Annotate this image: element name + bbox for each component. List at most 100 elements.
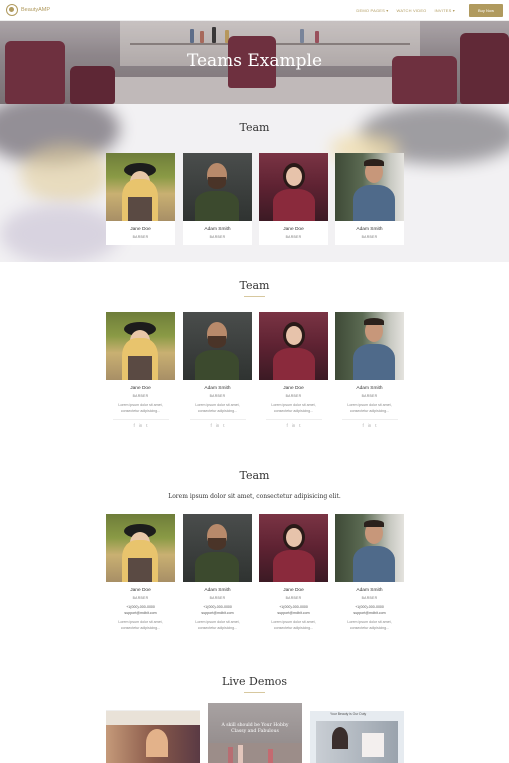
member-name: Jane Doe — [283, 227, 304, 232]
member-email[interactable]: support@mdbit.com — [106, 611, 175, 615]
member-photo — [259, 153, 328, 221]
member-role: BARBER — [132, 596, 149, 600]
member-name: Adam Smith — [204, 588, 231, 593]
facebook-icon[interactable]: f — [286, 423, 287, 428]
team-card: Adam Smith BARBER Lorem ipsum dolor sit … — [335, 312, 404, 428]
page-title: Teams Example — [186, 51, 323, 71]
nav-invites[interactable]: INVITES ▾ — [435, 8, 455, 13]
hero-banner: Teams Example — [0, 21, 509, 104]
team-card: Adam Smith BARBER +1(000)-000-0000 suppo… — [183, 514, 252, 631]
member-phone[interactable]: +1(000)-000-0000 — [106, 605, 175, 609]
member-photo — [335, 514, 404, 582]
member-email[interactable]: support@mdbit.com — [259, 611, 328, 615]
twitter-icon[interactable]: t — [223, 423, 224, 428]
member-description: Lorem ipsum dolor sit amet, consectetur a… — [271, 403, 316, 413]
twitter-icon[interactable]: t — [299, 423, 300, 428]
linkedin-icon[interactable]: in — [368, 423, 372, 428]
section-title: Live Demos — [221, 675, 288, 688]
member-description: Lorem ipsum dolor sit amet, consectetur a… — [271, 620, 316, 630]
member-photo — [106, 312, 175, 380]
member-photo — [259, 312, 328, 380]
member-role: BARBER — [285, 235, 302, 239]
team-card: Jane Doe BARBER — [259, 153, 328, 245]
logo-icon — [6, 4, 18, 16]
member-phone[interactable]: +1(000)-000-0000 — [183, 605, 252, 609]
demo-thumbnail-1[interactable] — [106, 703, 200, 763]
member-photo — [106, 514, 175, 582]
facebook-icon[interactable]: f — [133, 423, 134, 428]
member-name: Jane Doe — [130, 386, 151, 391]
member-role: BARBER — [361, 394, 378, 398]
member-photo — [335, 153, 404, 221]
section-subtitle: Lorem ipsum dolor sit amet, consectetur … — [168, 493, 341, 500]
facebook-icon[interactable]: f — [210, 423, 211, 428]
team-card: Jane Doe BARBER +1(000)-000-0000 support… — [106, 514, 175, 631]
member-role: BARBER — [361, 596, 378, 600]
buy-now-button[interactable]: Buy Now — [468, 3, 503, 17]
member-name: Adam Smith — [356, 227, 383, 232]
nav-demo-pages[interactable]: DEMO PAGES ▾ — [356, 8, 388, 13]
social-links: f in t — [259, 423, 328, 428]
section-title: Team — [239, 121, 270, 134]
member-description: Lorem ipsum dolor sit amet, consectetur a… — [118, 620, 163, 630]
team-card: Adam Smith BARBER — [335, 153, 404, 245]
member-role: BARBER — [209, 596, 226, 600]
member-name: Adam Smith — [356, 386, 383, 391]
title-divider — [244, 296, 265, 297]
member-description: Lorem ipsum dolor sit amet, consectetur a… — [347, 403, 392, 413]
demo-thumbnail-2[interactable]: A skill should be Your Hobby Classy and … — [208, 703, 302, 763]
demo-thumbnail-3[interactable]: Your Beauty is Our Duty — [310, 703, 404, 763]
member-description: Lorem ipsum dolor sit amet, consectetur a… — [195, 403, 240, 413]
main-nav: DEMO PAGES ▾ WATCH VIDEO INVITES ▾ Buy N… — [356, 3, 503, 17]
member-name: Adam Smith — [204, 386, 231, 391]
member-photo — [183, 312, 252, 380]
twitter-icon[interactable]: t — [146, 423, 147, 428]
team-card: Jane Doe BARBER +1(000)-000-0000 support… — [259, 514, 328, 631]
member-description: Lorem ipsum dolor sit amet, consectetur a… — [118, 403, 163, 413]
member-email[interactable]: support@mdbit.com — [335, 611, 404, 615]
member-role: BARBER — [209, 235, 226, 239]
member-email[interactable]: support@mdbit.com — [183, 611, 252, 615]
section-title: Team — [239, 469, 270, 482]
member-photo — [183, 153, 252, 221]
member-description: Lorem ipsum dolor sit amet, consectetur a… — [195, 620, 240, 630]
team-card: Jane Doe BARBER Lorem ipsum dolor sit am… — [106, 312, 175, 428]
member-name: Jane Doe — [130, 227, 151, 232]
member-name: Jane Doe — [283, 588, 304, 593]
team-card: Adam Smith BARBER +1(000)-000-0000 suppo… — [335, 514, 404, 631]
member-photo — [259, 514, 328, 582]
team-card: Adam Smith BARBER Lorem ipsum dolor sit … — [183, 312, 252, 428]
member-phone[interactable]: +1(000)-000-0000 — [259, 605, 328, 609]
nav-watch-video[interactable]: WATCH VIDEO — [397, 8, 427, 13]
facebook-icon[interactable]: f — [362, 423, 363, 428]
member-role: BARBER — [132, 394, 149, 398]
brand-name: BeautyAMP — [21, 7, 51, 13]
member-role: BARBER — [132, 235, 149, 239]
site-header: BeautyAMP DEMO PAGES ▾ WATCH VIDEO INVIT… — [0, 0, 509, 21]
social-links: f in t — [106, 423, 175, 428]
social-links: f in t — [183, 423, 252, 428]
member-name: Adam Smith — [356, 588, 383, 593]
title-divider — [244, 692, 265, 693]
linkedin-icon[interactable]: in — [216, 423, 220, 428]
member-phone[interactable]: +1(000)-000-0000 — [335, 605, 404, 609]
member-name: Jane Doe — [130, 588, 151, 593]
section-title: Team — [239, 279, 270, 292]
member-role: BARBER — [209, 394, 226, 398]
team-card: Jane Doe BARBER — [106, 153, 175, 245]
member-name: Adam Smith — [204, 227, 231, 232]
member-photo — [106, 153, 175, 221]
social-links: f in t — [335, 423, 404, 428]
member-role: BARBER — [361, 235, 378, 239]
member-photo — [335, 312, 404, 380]
linkedin-icon[interactable]: in — [139, 423, 143, 428]
brand-logo[interactable]: BeautyAMP — [6, 4, 50, 16]
member-description: Lorem ipsum dolor sit amet, consectetur a… — [347, 620, 392, 630]
linkedin-icon[interactable]: in — [292, 423, 296, 428]
team-card: Jane Doe BARBER Lorem ipsum dolor sit am… — [259, 312, 328, 428]
member-role: BARBER — [285, 394, 302, 398]
member-photo — [183, 514, 252, 582]
member-role: BARBER — [285, 596, 302, 600]
member-name: Jane Doe — [283, 386, 304, 391]
twitter-icon[interactable]: t — [375, 423, 376, 428]
